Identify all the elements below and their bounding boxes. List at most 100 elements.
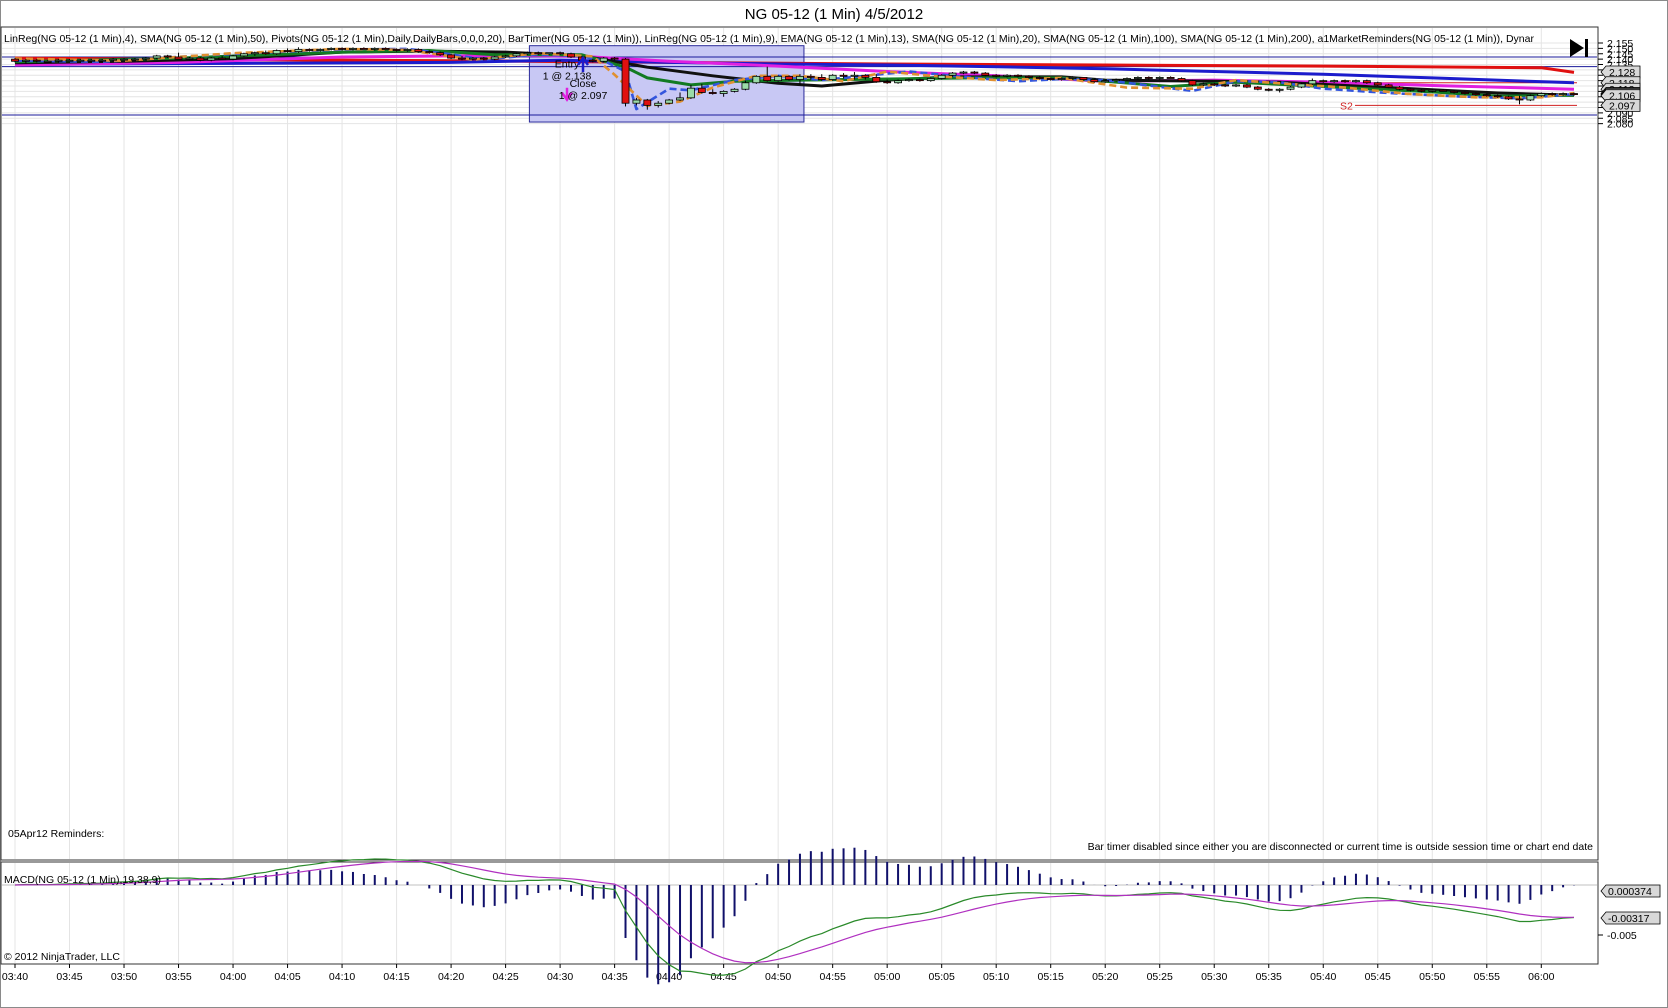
time-tick-label: 05:00 (874, 971, 900, 983)
time-tick-label: 05:05 (929, 971, 955, 983)
candle-body (185, 57, 194, 60)
time-tick-label: 04:50 (765, 971, 791, 983)
candle-body (1482, 94, 1491, 97)
candle-body (1155, 77, 1164, 79)
candle-body (970, 71, 979, 74)
reminders-text: 05Apr12 Reminders: (8, 828, 104, 840)
candle-body (610, 57, 619, 60)
time-tick-label: 04:35 (601, 971, 627, 983)
candle (1526, 94, 1535, 102)
candle (665, 98, 674, 105)
candle-body (676, 97, 684, 101)
candle-body (741, 82, 750, 90)
time-tick-label: 04:45 (710, 971, 736, 983)
candle (599, 56, 608, 63)
candle-body (1286, 86, 1295, 90)
candle-body (359, 47, 368, 50)
candle (937, 74, 946, 80)
time-tick-label: 05:10 (983, 971, 1009, 983)
time-tick-label: 04:05 (274, 971, 300, 983)
time-tick-label: 04:15 (383, 971, 409, 983)
candle-body (403, 49, 412, 51)
candle-body (1243, 84, 1251, 88)
macd-label: MACD(NG 05-12 (1 Min),19,38,9) (4, 874, 161, 886)
candle-body (959, 71, 968, 74)
time-tick-label: 04:55 (820, 971, 846, 983)
candle-body (250, 52, 259, 55)
candle-body (1090, 79, 1099, 83)
candle-body (534, 52, 543, 55)
time-tick-label: 04:30 (547, 971, 573, 983)
time-tick-label: 05:20 (1092, 971, 1118, 983)
candle-body (392, 49, 401, 51)
candle (828, 74, 837, 81)
candle-body (654, 102, 663, 106)
candle-body (174, 56, 183, 60)
time-tick-label: 05:50 (1419, 971, 1445, 983)
time-tick-label: 04:25 (492, 971, 518, 983)
candle (272, 49, 281, 55)
candle-body (1548, 93, 1557, 96)
candle-body (1264, 88, 1273, 91)
candle-body (327, 47, 336, 50)
candle-body (785, 75, 793, 80)
candle-body (763, 75, 772, 82)
candle-body (1144, 77, 1153, 79)
time-tick-label: 04:10 (329, 971, 355, 983)
candle-body (752, 75, 761, 84)
candle-body (381, 47, 390, 50)
time-tick-label: 05:15 (1038, 971, 1064, 983)
candle-body (1068, 77, 1077, 79)
candle-body (1493, 95, 1502, 98)
candle-body (665, 99, 674, 104)
time-tick-label: 05:45 (1365, 971, 1391, 983)
candle-body (1046, 78, 1055, 80)
candle-body (512, 53, 521, 57)
candle-body (1504, 96, 1513, 100)
candle (1297, 82, 1306, 89)
candle-body (1362, 80, 1371, 84)
candle-body (447, 54, 455, 59)
candle-body (883, 81, 892, 84)
candle-body (1384, 84, 1393, 88)
candle-body (1319, 80, 1328, 83)
candle-body (567, 53, 575, 58)
candle-body (207, 57, 216, 61)
candle (229, 54, 237, 61)
candle-body (338, 47, 346, 50)
candle-body (479, 57, 488, 60)
time-tick-label: 03:40 (2, 971, 28, 983)
candle-body (87, 59, 96, 62)
candle-body (468, 57, 477, 60)
candle-body (1057, 78, 1066, 80)
candle-body (1112, 79, 1121, 82)
candle-body (643, 99, 652, 106)
candle-body (43, 60, 52, 63)
candle-body (872, 77, 881, 83)
candle-body (1210, 83, 1219, 86)
candle-body (283, 50, 292, 53)
macd-value-tag: -0.00317 (1600, 911, 1661, 925)
candle-body (349, 47, 357, 50)
candle-body (272, 50, 281, 55)
candle-body (915, 79, 924, 82)
time-tick-label: 04:00 (220, 971, 246, 983)
candle (447, 53, 455, 60)
candle-body (1024, 75, 1033, 78)
candle-body (687, 87, 695, 99)
candle-body (316, 49, 325, 51)
candle-body (1221, 84, 1230, 87)
candle-body (22, 59, 30, 62)
last-value-tag: 2.097 (1600, 98, 1641, 112)
time-tick-label: 05:40 (1310, 971, 1336, 983)
candle-body (1134, 77, 1142, 79)
candle-body (1275, 88, 1284, 91)
macd-value-label: -0.00317 (1608, 913, 1650, 925)
candle-body (1428, 89, 1437, 92)
candle-body (141, 57, 150, 60)
chart-window: NG 05-12 (1 Min) 4/5/2012 S1 S2 Entry 1 @ … (0, 0, 1668, 1008)
candle-body (850, 74, 859, 77)
macd-value-tag: 0.000374 (1600, 884, 1661, 898)
indicator-legend: LinReg(NG 05-12 (1 Min),4), SMA(NG 05-12… (4, 33, 1534, 45)
candle-body (545, 52, 554, 55)
